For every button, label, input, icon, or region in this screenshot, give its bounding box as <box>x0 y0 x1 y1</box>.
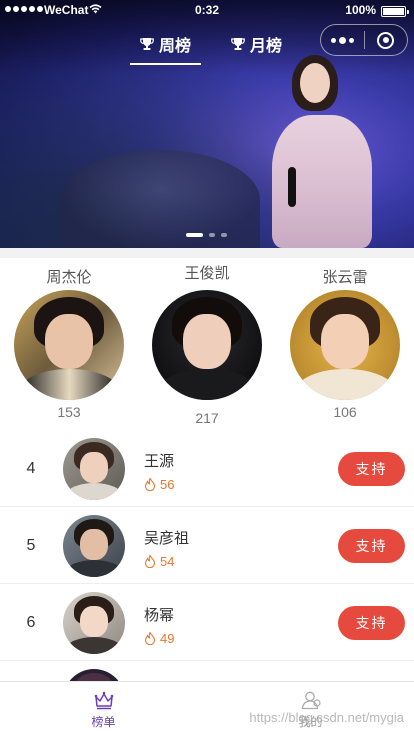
list-item[interactable]: 4 王源 56 支持 <box>0 430 414 507</box>
list-item-name: 杨幂 <box>144 607 175 624</box>
watermark: https://blog.csdn.net/mygia <box>249 710 404 725</box>
bottom-tab-bar: 榜单 我的 <box>0 681 414 737</box>
banner-scenery <box>60 150 260 248</box>
tab-weekly-label: 周榜 <box>159 38 192 55</box>
user-icon <box>301 691 321 710</box>
flame-icon <box>144 555 156 568</box>
avatar <box>14 290 124 400</box>
podium-rank-2[interactable]: 周杰伦 153 <box>14 268 124 420</box>
more-menu-button[interactable] <box>321 25 364 55</box>
heat-value: 54 <box>160 554 175 569</box>
tab-monthly[interactable]: 月榜 <box>221 26 292 62</box>
podium-rank-1[interactable]: 王俊凯 217 <box>152 264 262 426</box>
miniprogram-capsule <box>320 24 408 56</box>
tab-monthly-label: 月榜 <box>250 38 283 55</box>
list-item-name: 吴彦祖 <box>144 530 190 547</box>
tab-weekly[interactable]: 周榜 <box>130 26 202 65</box>
close-miniprogram-button[interactable] <box>364 25 407 55</box>
banner-performer-image <box>262 55 382 248</box>
rank-number: 5 <box>26 537 36 554</box>
avatar <box>63 515 125 577</box>
heat-count: 56 <box>144 477 174 492</box>
avatar <box>63 592 125 654</box>
podium-rank-3[interactable]: 张云雷 106 <box>290 268 400 420</box>
support-button[interactable]: 支持 <box>338 606 405 640</box>
carousel-dot[interactable] <box>221 233 227 237</box>
dot-icon <box>338 36 346 44</box>
avatar <box>63 669 125 681</box>
avatar <box>63 438 125 500</box>
status-bar: WeChat 0:32 100% <box>0 0 414 22</box>
list-item-partial <box>0 661 414 681</box>
dot-icon <box>330 37 336 43</box>
target-close-icon <box>377 31 395 49</box>
list-item-name: 王源 <box>144 453 175 470</box>
support-button[interactable]: 支持 <box>338 529 405 563</box>
dot-icon <box>348 37 354 43</box>
rank-number: 6 <box>26 614 36 631</box>
nav-ranking[interactable]: 榜单 <box>0 682 207 737</box>
podium-name: 张云雷 <box>322 269 368 286</box>
podium-name: 周杰伦 <box>46 269 92 286</box>
carousel-indicator <box>186 233 227 237</box>
podium-name: 王俊凯 <box>184 265 230 282</box>
heat-value: 56 <box>160 477 175 492</box>
crown-icon <box>94 691 113 710</box>
avatar <box>152 290 262 400</box>
battery-percent: 100% <box>345 3 376 17</box>
trophy-icon <box>140 38 154 50</box>
battery-icon <box>381 6 409 17</box>
ranking-list: 4 王源 56 支持 5 吴彦祖 54 支持 6 杨幂 49 支持 <box>0 430 414 681</box>
podium-score: 217 <box>195 410 219 426</box>
avatar <box>290 290 400 400</box>
support-button[interactable]: 支持 <box>338 452 405 486</box>
heat-count: 54 <box>144 554 174 569</box>
carousel-dot[interactable] <box>209 233 215 237</box>
flame-icon <box>144 632 156 645</box>
list-item[interactable]: 6 杨幂 49 支持 <box>0 584 414 661</box>
nav-ranking-label: 榜单 <box>91 715 116 729</box>
podium-score: 153 <box>57 404 81 420</box>
podium-score: 106 <box>333 404 357 420</box>
ranking-tabs: 周榜 月榜 <box>130 26 292 66</box>
list-item[interactable]: 5 吴彦祖 54 支持 <box>0 507 414 584</box>
trophy-icon <box>231 38 245 50</box>
top-three-podium: 周杰伦 153 王俊凯 217 张云雷 106 <box>0 258 414 430</box>
heat-value: 49 <box>160 631 175 646</box>
rank-number: 4 <box>26 460 36 477</box>
flame-icon <box>144 478 156 491</box>
heat-count: 49 <box>144 631 174 646</box>
carousel-dot-active[interactable] <box>186 233 203 237</box>
section-divider <box>0 248 414 258</box>
